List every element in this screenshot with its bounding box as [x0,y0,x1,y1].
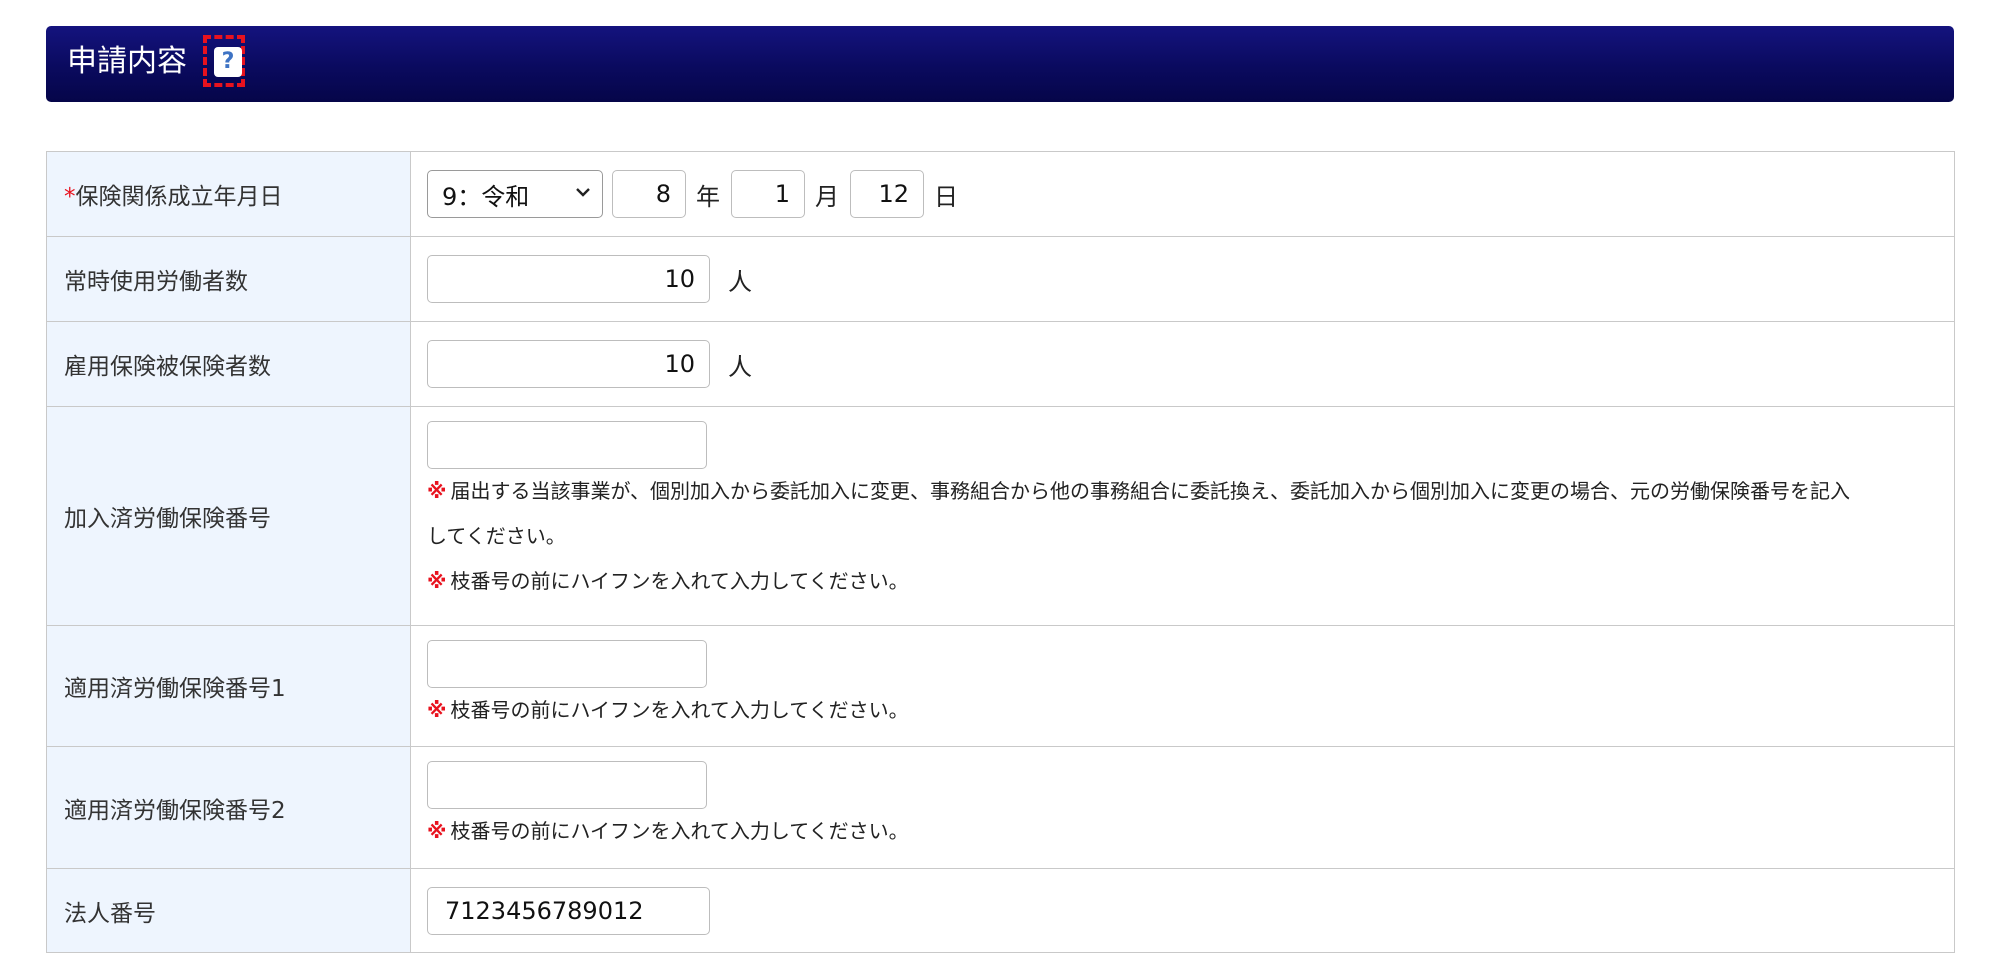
value-workers: 10 人 [410,236,1955,322]
note-text: 枝番号の前にハイフンを入れて入力してください。 [450,698,909,722]
value-joined-number: ※ 届出する当該事業が、個別加入から委託加入に変更、事務組合から他の事務組合に委託… [410,406,1955,626]
applied-number-2-input[interactable] [427,761,707,809]
label-corporate-number: 法人番号 [46,868,411,953]
month-unit: 月 [815,182,839,211]
label-applied-number-1: 適用済労働保険番号1 [46,625,411,747]
year-unit: 年 [696,182,720,211]
label-establishment-date: *保険関係成立年月日 [46,151,411,237]
applied-number-2-note: ※ 枝番号の前にハイフンを入れて入力してください。 [427,809,1954,854]
chevron-down-icon [576,188,590,197]
row-applied-number-1: 適用済労働保険番号1 ※ 枝番号の前にハイフンを入れて入力してください。 [46,625,1955,747]
help-highlight: ? [203,35,245,87]
section-header: 申請内容 ? [46,26,1954,102]
required-mark: * [64,184,76,210]
application-form: *保険関係成立年月日 9：令和 8 年 1 月 12 日 常時使用労働者数 10… [46,151,1955,953]
value-establishment-date: 9：令和 8 年 1 月 12 日 [410,151,1955,237]
note-mark: ※ [427,479,447,503]
insured-unit: 人 [728,352,752,381]
row-corporate-number: 法人番号 7123456789012 [46,868,1955,953]
joined-number-note-1: ※ 届出する当該事業が、個別加入から委託加入に変更、事務組合から他の事務組合に委託… [427,469,1954,559]
label-text: 保険関係成立年月日 [75,184,283,210]
note-text-cont: してください。 [427,524,566,548]
note-text: 届出する当該事業が、個別加入から委託加入に変更、事務組合から他の事務組合に委託換… [450,479,1851,503]
workers-input[interactable]: 10 [427,255,710,303]
day-input[interactable]: 12 [850,170,924,218]
note-text: 枝番号の前にハイフンを入れて入力してください。 [450,569,909,593]
corporate-number-input[interactable]: 7123456789012 [427,886,710,935]
help-icon[interactable]: ? [214,47,242,77]
row-applied-number-2: 適用済労働保険番号2 ※ 枝番号の前にハイフンを入れて入力してください。 [46,746,1955,869]
row-insured: 雇用保険被保険者数 10 人 [46,321,1955,407]
applied-number-1-note: ※ 枝番号の前にハイフンを入れて入力してください。 [427,688,1954,733]
label-insured: 雇用保険被保険者数 [46,321,411,407]
note-mark: ※ [427,698,447,722]
label-workers: 常時使用労働者数 [46,236,411,322]
era-select[interactable]: 9：令和 [427,170,603,218]
day-unit: 日 [934,182,958,211]
note-mark: ※ [427,819,447,843]
section-title: 申請内容 [67,44,187,79]
era-select-value: 9：令和 [442,182,530,211]
month-input[interactable]: 1 [731,170,805,218]
note-text: 枝番号の前にハイフンを入れて入力してください。 [450,819,909,843]
applied-number-1-input[interactable] [427,640,707,688]
year-input[interactable]: 8 [612,170,686,218]
row-joined-number: 加入済労働保険番号 ※ 届出する当該事業が、個別加入から委託加入に変更、事務組合か… [46,406,1955,626]
row-workers: 常時使用労働者数 10 人 [46,236,1955,322]
value-corporate-number: 7123456789012 [410,868,1955,953]
row-establishment-date: *保険関係成立年月日 9：令和 8 年 1 月 12 日 [46,151,1955,237]
note-mark: ※ [427,569,447,593]
joined-number-input[interactable] [427,421,707,469]
value-applied-number-2: ※ 枝番号の前にハイフンを入れて入力してください。 [410,746,1955,869]
value-insured: 10 人 [410,321,1955,407]
workers-unit: 人 [728,267,752,296]
label-applied-number-2: 適用済労働保険番号2 [46,746,411,869]
label-joined-number: 加入済労働保険番号 [46,406,411,626]
value-applied-number-1: ※ 枝番号の前にハイフンを入れて入力してください。 [410,625,1955,747]
joined-number-note-2: ※ 枝番号の前にハイフンを入れて入力してください。 [427,559,1954,604]
insured-input[interactable]: 10 [427,340,710,388]
